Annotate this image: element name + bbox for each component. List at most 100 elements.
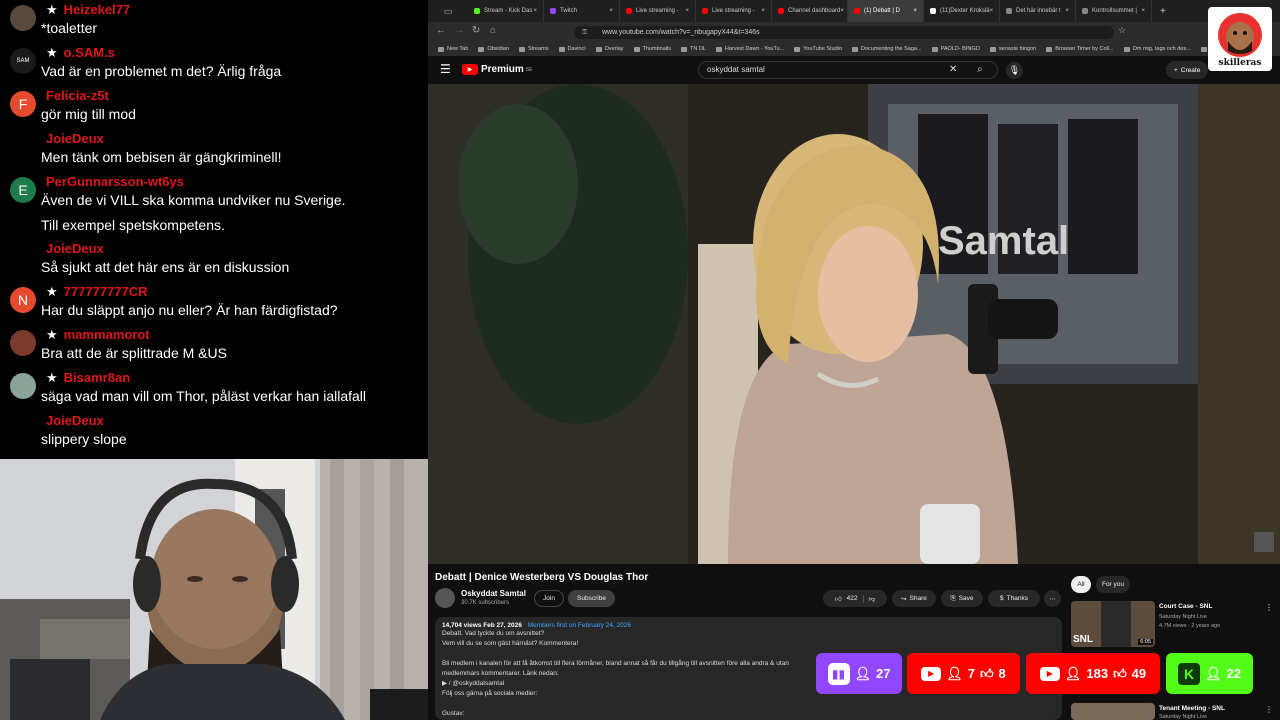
bookmark-item[interactable]: New Tab <box>438 46 468 52</box>
create-button[interactable]: + Create <box>1166 61 1209 79</box>
bookmark-item[interactable]: YouTube Studio <box>794 46 842 52</box>
chat-username[interactable]: JoieDeux <box>46 241 104 256</box>
thumb-up-icon[interactable]: 👍︎ <box>835 595 842 603</box>
home-icon[interactable]: ⌂ <box>490 25 496 36</box>
recommendation-item[interactable]: Tenant Meeting - SNL Saturday Night Live… <box>1071 703 1273 720</box>
thanks-label: Thanks <box>1006 595 1028 602</box>
back-icon[interactable]: ← <box>436 25 446 36</box>
chat-username[interactable]: JoieDeux <box>46 131 104 146</box>
bookmark-item[interactable]: Om mig, tags och des... <box>1123 46 1191 52</box>
browser-tab[interactable]: Twitch × <box>544 0 620 22</box>
url-field[interactable]: ⚿ www.youtube.com/watch?v=_nbugapyX44&t=… <box>574 26 1114 39</box>
chat-username[interactable]: Felicia-z5t <box>46 88 109 103</box>
avatar[interactable] <box>10 330 36 356</box>
bookmark-item[interactable]: Browser Timer by Coll... <box>1046 46 1114 52</box>
tab-close-icon[interactable]: × <box>990 8 994 14</box>
star-icon: ★ <box>46 45 58 60</box>
tab-close-icon[interactable]: × <box>761 8 765 14</box>
bookmark-item[interactable]: Overlay <box>595 46 624 52</box>
browser-tab[interactable]: Stream - Kick Das × <box>468 0 544 22</box>
tab-close-icon[interactable]: × <box>685 8 689 14</box>
tab-close-icon[interactable]: × <box>1065 8 1069 14</box>
webcam-feed <box>0 459 428 720</box>
avatar[interactable]: E <box>10 177 36 203</box>
bookmark-item[interactable]: senaste bingon <box>989 46 1036 52</box>
chat-username-text: 777777777CR <box>63 284 148 299</box>
more-vert-icon[interactable]: ⋮ <box>1265 705 1273 714</box>
save-label: Save <box>958 595 974 602</box>
description-line <box>442 699 1055 709</box>
thumb-down-icon[interactable]: 👎︎ <box>862 594 875 603</box>
new-tab-icon[interactable]: + <box>1160 6 1166 17</box>
bookmark-label: New Tab <box>447 46 469 52</box>
browser-tab[interactable]: Live streaming - × <box>620 0 696 22</box>
tab-close-icon[interactable]: × <box>609 8 613 14</box>
thanks-button[interactable]: $ Thanks <box>988 590 1040 607</box>
bookmark-label: Om mig, tags och des... <box>1132 46 1191 52</box>
chat-username[interactable]: ★ Bisamr8an <box>46 370 130 386</box>
video-player[interactable]: Samtal <box>428 84 1280 564</box>
menu-icon[interactable]: ☰ <box>440 62 451 76</box>
browser-tab[interactable]: (1) Debatt | D × <box>848 0 924 22</box>
channel-avatar[interactable] <box>435 588 455 608</box>
join-label: Join <box>543 595 555 602</box>
browser-tab[interactable]: (11)Dexter Krokslä × <box>924 0 1000 22</box>
clear-search-icon[interactable]: ✕ <box>949 62 957 78</box>
tab-strip: ▭ Stream - Kick Das × Twitch × Live streamin… <box>428 0 1280 22</box>
browser-tab[interactable]: Kontrollsummet | × <box>1076 0 1152 22</box>
viewer-icon: 👤︎ <box>1064 665 1082 681</box>
tab-close-icon[interactable]: × <box>840 8 844 14</box>
bookmark-item[interactable]: Thumbnails <box>633 46 671 52</box>
filter-foryou-chip[interactable]: For you <box>1096 576 1130 593</box>
chat-username[interactable]: PerGunnarsson-wt6ys <box>46 174 184 189</box>
chat-username[interactable]: ★ mammamorot <box>46 327 150 343</box>
avatar[interactable]: N <box>10 287 36 313</box>
avatar[interactable] <box>10 373 36 399</box>
browser-tab[interactable]: Channel dashboard × <box>772 0 848 22</box>
recommendation-meta: 4.7M views · 2 years ago <box>1159 623 1221 629</box>
chat-username[interactable]: ★ 777777777CR <box>46 284 148 300</box>
join-button[interactable]: Join <box>534 590 564 607</box>
browser-tab[interactable]: Det här innebär t × <box>1000 0 1076 22</box>
share-button[interactable]: ↪ Share <box>892 590 936 607</box>
avatar[interactable] <box>10 5 36 31</box>
chat-username[interactable]: ★ Heizekel77 <box>46 2 130 18</box>
bookmark-star-icon[interactable]: ☆ <box>1118 25 1126 36</box>
bookmark-item[interactable]: Documenting the Saga... <box>852 46 922 52</box>
bookmark-item[interactable]: Harvest Dawn - YouTu... <box>715 46 784 52</box>
more-actions-icon[interactable]: ⋯ <box>1044 590 1061 607</box>
tab-close-icon[interactable]: × <box>533 8 537 14</box>
save-button[interactable]: ⎘ Save <box>941 590 983 607</box>
chat-username[interactable]: JoieDeux <box>46 413 104 428</box>
youtube-play-icon: ▶ <box>462 64 478 75</box>
filter-all-chip[interactable]: All <box>1071 576 1091 593</box>
chat-username[interactable]: ★ o.SAM.s <box>46 45 115 61</box>
forward-icon[interactable]: → <box>454 25 464 36</box>
bookmark-item[interactable]: Streams <box>519 46 549 52</box>
description-line: Gustav: <box>442 710 465 717</box>
tab-favicon-icon <box>1082 8 1088 14</box>
more-vert-icon[interactable]: ⋮ <box>1265 603 1273 612</box>
search-input[interactable]: oskyddat samtal ✕ ⌕ <box>698 61 998 79</box>
bookmark-item[interactable]: Obsidian <box>478 46 509 52</box>
bookmark-item[interactable]: PAOLD- BINGO <box>931 46 980 52</box>
channel-name[interactable]: Oskyddat Samtal <box>461 589 526 598</box>
site-info-icon[interactable]: ⚿ <box>582 26 587 39</box>
filter-all-label: All <box>1077 581 1085 588</box>
youtube-premium-logo[interactable]: ▶ Premium SE <box>462 64 532 75</box>
avatar[interactable]: SAM <box>10 48 36 74</box>
thumb-up-icon: 👍︎ <box>1113 665 1127 681</box>
tab-actions-icon[interactable]: ▭ <box>428 0 468 22</box>
tab-close-icon[interactable]: × <box>1141 8 1145 14</box>
search-icon[interactable]: ⌕ <box>977 62 983 78</box>
mic-icon[interactable]: 🎙 <box>1006 62 1023 79</box>
reload-icon[interactable]: ↻ <box>472 25 480 36</box>
avatar[interactable]: F <box>10 91 36 117</box>
recommendation-item[interactable]: SNL 6:05 Court Case - SNL Saturday Night… <box>1071 601 1273 647</box>
subscribe-button[interactable]: Subscribe <box>568 590 615 607</box>
tab-close-icon[interactable]: × <box>913 8 917 14</box>
bookmark-item[interactable]: TN DL <box>680 46 706 52</box>
browser-tab[interactable]: Live streaming - × <box>696 0 772 22</box>
kick-viewer-count: 22 <box>1226 666 1241 681</box>
bookmark-item[interactable]: Davinci <box>558 46 586 52</box>
